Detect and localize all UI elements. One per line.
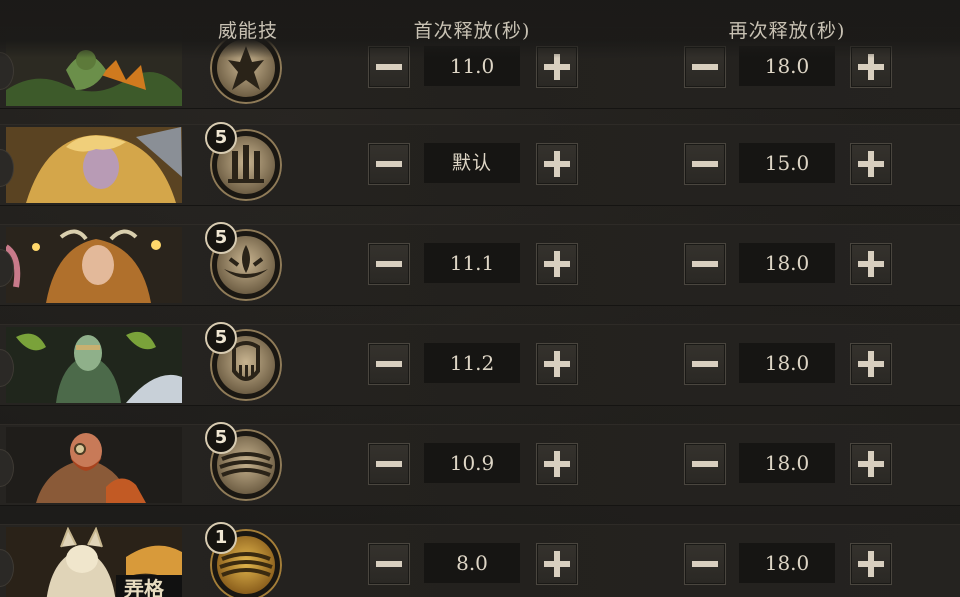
hero-row: 弄格 1 8.0 18.0 — [0, 522, 960, 597]
hero-portrait: 弄格 — [0, 525, 184, 597]
again-decrease-button[interactable] — [684, 443, 726, 485]
plus-icon — [544, 151, 570, 177]
hero-row: 5 11.2 18.0 — [0, 322, 960, 406]
hero-rows: 11.0 18.0 5 默认 15.0 5 11.1 18.0 5 11.2 1… — [0, 0, 960, 597]
plus-icon — [544, 251, 570, 277]
minus-icon — [376, 561, 402, 567]
minus-icon — [692, 161, 718, 167]
plus-icon — [858, 351, 884, 377]
level-badge: 5 — [205, 422, 237, 454]
first-decrease-button[interactable] — [368, 443, 410, 485]
timing-settings-panel: 11.0 18.0 5 默认 15.0 5 11.1 18.0 5 11.2 1… — [0, 0, 960, 597]
first-decrease-button[interactable] — [368, 243, 410, 285]
minus-icon — [376, 261, 402, 267]
hero-art-icon — [6, 327, 182, 403]
first-increase-button[interactable] — [536, 243, 578, 285]
first-increase-button[interactable] — [536, 143, 578, 185]
level-badge: 1 — [205, 522, 237, 554]
again-increase-button[interactable] — [850, 543, 892, 585]
again-increase-button[interactable] — [850, 443, 892, 485]
minus-icon — [376, 161, 402, 167]
plus-icon — [544, 551, 570, 577]
again-release-column-title: 再次释放(秒) — [728, 20, 846, 42]
plus-icon — [858, 551, 884, 577]
hero-portrait — [0, 325, 184, 405]
first-decrease-button[interactable] — [368, 343, 410, 385]
minus-icon — [692, 261, 718, 267]
again-decrease-button[interactable] — [684, 243, 726, 285]
plus-icon — [544, 351, 570, 377]
skill-column-title: 威能技 — [217, 20, 279, 42]
level-badge: 5 — [205, 222, 237, 254]
hero-art-icon — [6, 127, 182, 203]
again-increase-button[interactable] — [850, 143, 892, 185]
plus-icon — [858, 151, 884, 177]
first-increase-button[interactable] — [536, 343, 578, 385]
first-release-value: 11.1 — [424, 243, 520, 283]
first-increase-button[interactable] — [536, 543, 578, 585]
hero-art-icon — [6, 227, 182, 303]
again-release-value: 18.0 — [739, 243, 835, 283]
again-decrease-button[interactable] — [684, 343, 726, 385]
first-decrease-button[interactable] — [368, 543, 410, 585]
minus-icon — [376, 461, 402, 467]
again-decrease-button[interactable] — [684, 543, 726, 585]
again-release-value: 18.0 — [739, 343, 835, 383]
first-release-value: 8.0 — [424, 543, 520, 583]
again-release-value: 18.0 — [739, 543, 835, 583]
hero-row: 5 默认 15.0 — [0, 122, 960, 206]
hero-art-icon — [6, 427, 182, 503]
first-release-value: 11.2 — [424, 343, 520, 383]
column-header: 威能技 首次释放(秒) 再次释放(秒) — [0, 0, 960, 58]
first-increase-button[interactable] — [536, 443, 578, 485]
minus-icon — [376, 361, 402, 367]
hero-row: 5 11.1 18.0 — [0, 222, 960, 306]
again-increase-button[interactable] — [850, 243, 892, 285]
again-release-value: 15.0 — [739, 143, 835, 183]
first-decrease-button[interactable] — [368, 143, 410, 185]
minus-icon — [692, 361, 718, 367]
partial-label: 弄格 — [124, 577, 164, 597]
minus-icon — [692, 561, 718, 567]
hero-portrait — [0, 225, 184, 305]
plus-icon — [858, 251, 884, 277]
again-increase-button[interactable] — [850, 343, 892, 385]
hero-portrait — [0, 125, 184, 205]
plus-icon — [544, 451, 570, 477]
minus-icon — [692, 461, 718, 467]
level-badge: 5 — [205, 122, 237, 154]
level-badge: 5 — [205, 322, 237, 354]
again-decrease-button[interactable] — [684, 143, 726, 185]
plus-icon — [858, 451, 884, 477]
hero-row: 5 10.9 18.0 — [0, 422, 960, 506]
first-release-column-title: 首次释放(秒) — [413, 20, 531, 42]
again-release-value: 18.0 — [739, 443, 835, 483]
first-release-value: 默认 — [424, 143, 520, 183]
hero-portrait — [0, 425, 184, 505]
first-release-value: 10.9 — [424, 443, 520, 483]
